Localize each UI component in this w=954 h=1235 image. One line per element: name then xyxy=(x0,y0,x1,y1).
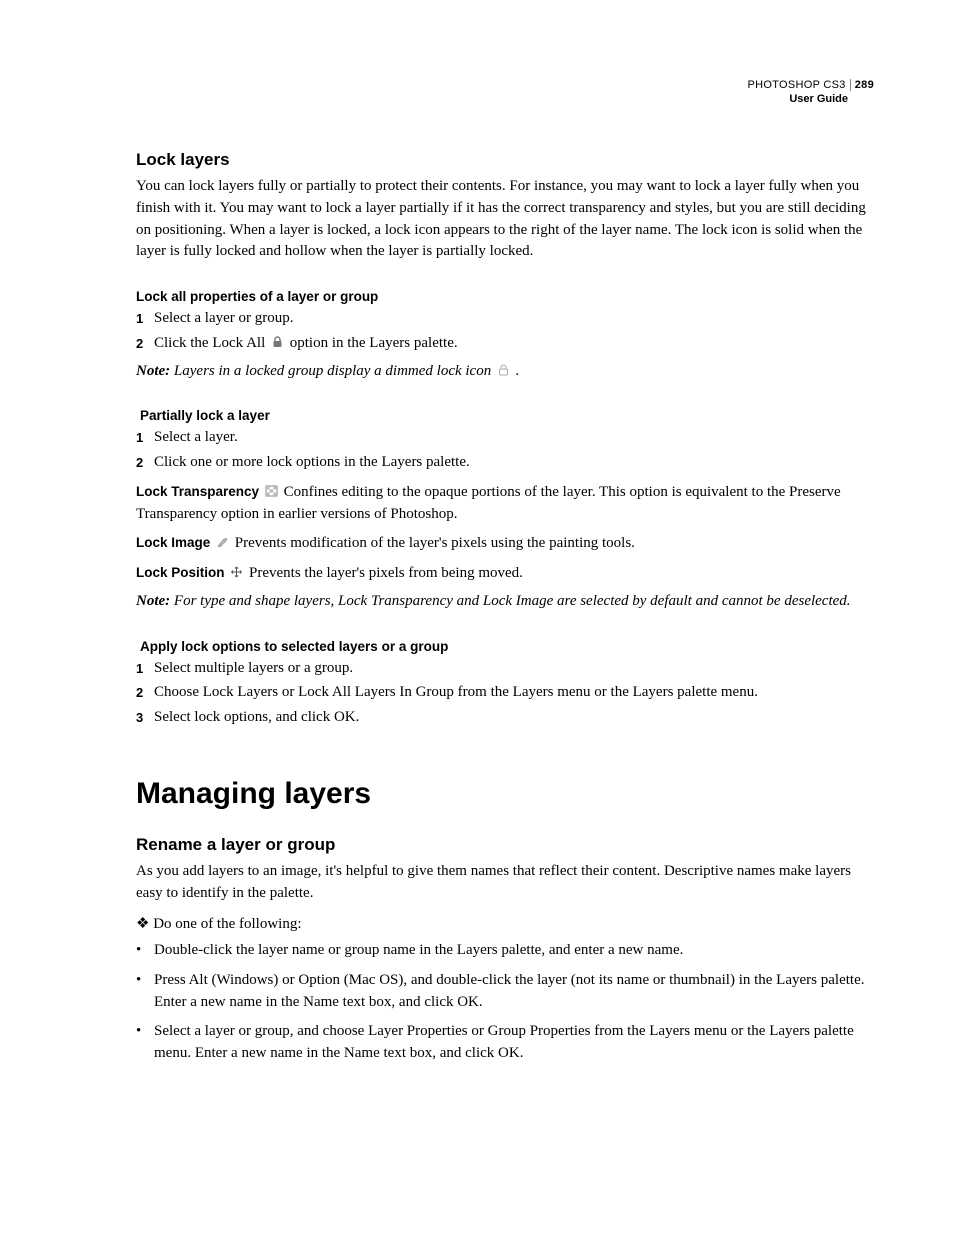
product-name: PHOTOSHOP CS3 xyxy=(747,79,845,91)
subhead-partial-lock: Partially lock a layer xyxy=(136,408,874,423)
chapter-title-managing-layers: Managing layers xyxy=(136,777,874,811)
list-text: Double-click the layer name or group nam… xyxy=(154,940,683,962)
bullet: • xyxy=(136,940,154,962)
run-in-label: Lock Position xyxy=(136,565,225,580)
do-one-of: ❖ Do one of the following: xyxy=(136,914,874,936)
step-number: 1 xyxy=(136,308,154,330)
note-text: For type and shape layers, Lock Transpar… xyxy=(170,593,850,609)
step-text: Choose Lock Layers or Lock All Layers In… xyxy=(154,682,758,704)
step: 1 Select a layer. xyxy=(136,427,874,449)
step: 2 Click the Lock All option in the Layer… xyxy=(136,333,874,355)
step: 3 Select lock options, and click OK. xyxy=(136,707,874,729)
desc-text: Prevents modification of the layer's pix… xyxy=(231,535,635,551)
guide-label: User Guide xyxy=(747,92,874,106)
lock-position-desc: Lock Position Prevents the layer's pixel… xyxy=(136,563,874,585)
lock-all-icon xyxy=(271,334,284,346)
run-in-label: Lock Transparency xyxy=(136,484,259,499)
step-number: 1 xyxy=(136,658,154,680)
intro-paragraph: As you add layers to an image, it's help… xyxy=(136,861,874,905)
step-number: 2 xyxy=(136,452,154,474)
steps-lock-all: 1 Select a layer or group. 2 Click the L… xyxy=(136,308,874,355)
note: Note: For type and shape layers, Lock Tr… xyxy=(136,591,874,613)
page-number: 289 xyxy=(850,79,874,91)
list-text: Press Alt (Windows) or Option (Mac OS), … xyxy=(154,970,874,1014)
step: 2 Choose Lock Layers or Lock All Layers … xyxy=(136,682,874,704)
list-text: Select a layer or group, and choose Laye… xyxy=(154,1021,874,1065)
step-number: 2 xyxy=(136,333,154,355)
lock-transparency-desc: Lock Transparency Confines editing to th… xyxy=(136,482,874,526)
section-title-rename: Rename a layer or group xyxy=(136,835,874,855)
section-title-lock-layers: Lock layers xyxy=(136,150,874,170)
bullet: • xyxy=(136,1021,154,1065)
page-header: PHOTOSHOP CS3 289 User Guide xyxy=(747,78,874,107)
lock-position-icon xyxy=(230,564,243,576)
step-number: 3 xyxy=(136,707,154,729)
step-text: Click the Lock All option in the Layers … xyxy=(154,333,458,355)
list-item: • Select a layer or group, and choose La… xyxy=(136,1021,874,1065)
subhead-apply-lock: Apply lock options to selected layers or… xyxy=(136,639,874,654)
desc-text: Prevents the layer's pixels from being m… xyxy=(245,565,523,581)
note: Note: Layers in a locked group display a… xyxy=(136,361,874,383)
step: 1 Select a layer or group. xyxy=(136,308,874,330)
page-content: Lock layers You can lock layers fully or… xyxy=(136,150,874,1065)
rename-options: • Double-click the layer name or group n… xyxy=(136,940,874,1065)
list-item: • Press Alt (Windows) or Option (Mac OS)… xyxy=(136,970,874,1014)
dimmed-lock-icon xyxy=(497,362,510,374)
lock-image-desc: Lock Image Prevents modification of the … xyxy=(136,533,874,555)
step-text: Select a layer. xyxy=(154,427,238,449)
steps-apply-lock: 1 Select multiple layers or a group. 2 C… xyxy=(136,658,874,729)
note-text: . xyxy=(512,363,520,379)
step: 1 Select multiple layers or a group. xyxy=(136,658,874,680)
intro-paragraph: You can lock layers fully or partially t… xyxy=(136,176,874,263)
note-text: Layers in a locked group display a dimme… xyxy=(170,363,495,379)
subhead-lock-all: Lock all properties of a layer or group xyxy=(136,289,874,304)
step-number: 2 xyxy=(136,682,154,704)
note-label: Note: xyxy=(136,593,170,609)
note-label: Note: xyxy=(136,363,170,379)
step-text: Select multiple layers or a group. xyxy=(154,658,353,680)
step: 2 Click one or more lock options in the … xyxy=(136,452,874,474)
steps-partial-lock: 1 Select a layer. 2 Click one or more lo… xyxy=(136,427,874,474)
step-text: Select a layer or group. xyxy=(154,308,294,330)
bullet: • xyxy=(136,970,154,1014)
lock-image-icon xyxy=(216,534,229,546)
lock-transparency-icon xyxy=(265,483,278,495)
step-number: 1 xyxy=(136,427,154,449)
step-text: Select lock options, and click OK. xyxy=(154,707,359,729)
step-text: Click one or more lock options in the La… xyxy=(154,452,470,474)
run-in-label: Lock Image xyxy=(136,535,210,550)
list-item: • Double-click the layer name or group n… xyxy=(136,940,874,962)
